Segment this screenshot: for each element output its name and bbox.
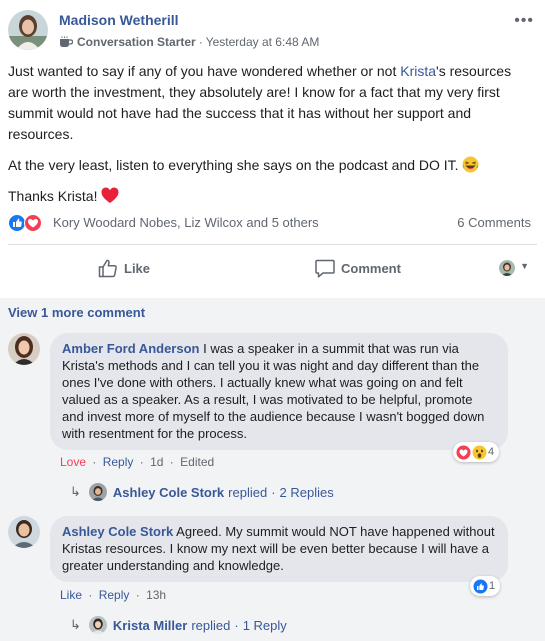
replier-name: Ashley Cole Stork xyxy=(112,484,225,500)
viewer-avatar[interactable] xyxy=(499,260,515,276)
like-button[interactable]: Like xyxy=(98,246,150,290)
replies-count: 1 Reply xyxy=(242,617,287,633)
replier-avatar xyxy=(88,616,107,634)
edited-label[interactable]: Edited xyxy=(180,455,214,469)
comment-bubble: Ashley Cole Stork Agreed. My summit woul… xyxy=(50,516,508,582)
wow-react-icon xyxy=(472,445,487,459)
replier-avatar xyxy=(88,483,107,501)
author-name[interactable]: Madison Wetherill xyxy=(59,12,179,28)
separator-dot: · xyxy=(135,588,140,602)
like-label: Like xyxy=(124,260,151,276)
chevron-down-icon[interactable]: ▼ xyxy=(520,261,529,271)
post-paragraph-3: Thanks Krista! xyxy=(8,186,534,207)
comment-count[interactable]: 6 Comments xyxy=(457,215,531,230)
comment-reaction-badge[interactable]: 1 xyxy=(470,576,501,596)
comment-time[interactable]: 13h xyxy=(146,588,166,602)
reply-link[interactable]: Reply xyxy=(99,588,130,602)
comment-button[interactable]: Comment xyxy=(315,246,401,290)
replies-link[interactable]: ↳ Krista Miller replied · 1 Reply xyxy=(70,616,287,634)
laughing-emoji-icon xyxy=(462,156,479,173)
replied-label: replied xyxy=(191,617,231,633)
reaction-count: 4 xyxy=(488,446,495,458)
reaction-count: 1 xyxy=(489,580,496,592)
commenter-avatar[interactable] xyxy=(8,516,40,548)
commenter-name[interactable]: Amber Ford Anderson xyxy=(62,341,199,356)
separator-dot: · xyxy=(234,617,239,633)
member-badge: Conversation Starter xyxy=(77,35,196,49)
coffee-cup-icon xyxy=(60,36,73,47)
post-meta: Conversation Starter · Yesterday at 6:48… xyxy=(59,35,319,49)
author-avatar[interactable] xyxy=(8,10,48,50)
comment-actions: Like · Reply · 13h xyxy=(60,588,166,602)
reply-arrow-icon: ↳ xyxy=(70,617,81,632)
thumbs-up-icon xyxy=(98,259,117,277)
speech-bubble-icon xyxy=(315,259,335,278)
replies-count: 2 Replies xyxy=(279,484,334,500)
comment-bubble: Amber Ford Anderson I was a speaker in a… xyxy=(50,333,508,450)
separator-dot: · xyxy=(169,455,174,469)
post-body: Just wanted to say if any of you have wo… xyxy=(8,61,534,217)
reaction-icons xyxy=(8,214,48,232)
action-bar: Like Comment ▼ xyxy=(8,246,537,290)
post-paragraph-1: Just wanted to say if any of you have wo… xyxy=(8,61,534,145)
separator-dot: · xyxy=(88,588,93,602)
separator-dot: · xyxy=(92,455,97,469)
commenter-name[interactable]: Ashley Cole Stork xyxy=(62,524,173,539)
meta-separator: · xyxy=(198,35,203,49)
view-more-comments-link[interactable]: View 1 more comment xyxy=(8,305,145,320)
comment-actions: Love · Reply · 1d · Edited xyxy=(60,455,214,469)
post-text-part: Just wanted to say if any of you have wo… xyxy=(8,63,401,79)
separator-dot: · xyxy=(139,455,144,469)
red-heart-icon xyxy=(101,187,119,203)
reaction-names[interactable]: Kory Woodard Nobes, Liz Wilcox and 5 oth… xyxy=(53,215,319,230)
commenter-avatar[interactable] xyxy=(8,333,40,365)
separator-dot: · xyxy=(271,484,276,500)
mention-link-krista[interactable]: Krista xyxy=(400,63,436,79)
comment-text: I was a speaker in a summit that was run… xyxy=(62,341,485,441)
like-react-icon xyxy=(473,579,488,593)
reactions-summary[interactable]: Kory Woodard Nobes, Liz Wilcox and 5 oth… xyxy=(8,212,534,234)
more-options-icon[interactable]: ••• xyxy=(514,12,534,30)
post-text-part: Thanks Krista! xyxy=(8,188,98,204)
comment-label: Comment xyxy=(341,260,401,276)
post-timestamp[interactable]: Yesterday at 6:48 AM xyxy=(206,35,320,49)
divider xyxy=(8,244,537,245)
comment-reaction-badge[interactable]: 4 xyxy=(453,442,500,462)
like-link[interactable]: Like xyxy=(60,588,82,602)
post-paragraph-2: At the very least, listen to everything … xyxy=(8,155,534,176)
post-text-part: At the very least, listen to everything … xyxy=(8,157,459,173)
replied-label: replied xyxy=(228,484,268,500)
replier-name: Krista Miller xyxy=(112,617,188,633)
comment-time[interactable]: 1d xyxy=(150,455,163,469)
love-react-icon xyxy=(456,445,471,459)
love-reaction-link[interactable]: Love xyxy=(60,455,86,469)
comments-section: View 1 more comment Amber Ford Anderson … xyxy=(0,298,545,641)
post-card: Madison Wetherill Conversation Starter ·… xyxy=(0,0,545,298)
replies-link[interactable]: ↳ Ashley Cole Stork replied · 2 Replies xyxy=(70,483,334,501)
reply-arrow-icon: ↳ xyxy=(70,484,81,499)
reply-link[interactable]: Reply xyxy=(103,455,134,469)
